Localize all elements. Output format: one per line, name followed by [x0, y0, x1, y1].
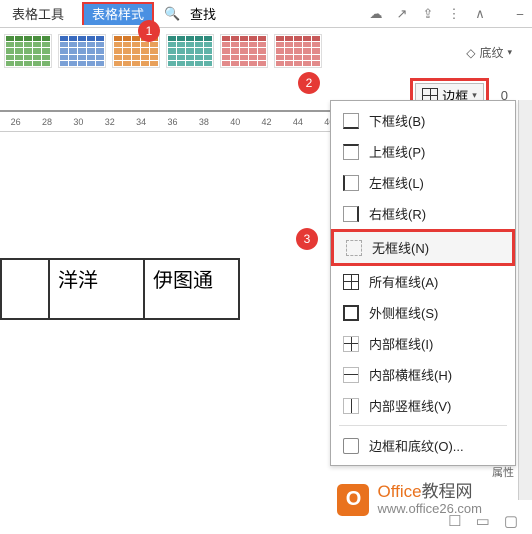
ruler-tick: 30 [63, 117, 94, 127]
brand-watermark: O Office教程网 www.office26.com [337, 483, 482, 516]
chevron-down-icon: ▾ [507, 47, 512, 58]
tab-table-tools[interactable]: 表格工具 [4, 1, 72, 26]
border-top-icon [343, 144, 359, 160]
style-thumb-blue[interactable] [58, 34, 106, 68]
menu-label: 左框线(L) [369, 173, 424, 192]
menu-label: 所有框线(A) [369, 272, 438, 291]
ruler-tick: 44 [282, 117, 313, 127]
callout-marker-1: 1 [138, 20, 160, 42]
border-innerh-icon [343, 367, 359, 383]
expand-icon[interactable]: ∧ [472, 6, 488, 22]
style-thumb-green[interactable] [4, 34, 52, 68]
menu-label: 内部框线(I) [369, 334, 433, 353]
menu-label: 下框线(B) [369, 111, 425, 130]
search-icon[interactable]: 🔍 [164, 6, 180, 22]
menu-label: 右框线(R) [369, 204, 426, 223]
table-cell[interactable]: 伊图通 [144, 259, 239, 319]
border-dialog-icon [343, 438, 359, 454]
side-scrollbar[interactable] [518, 100, 532, 500]
ruler-tick: 34 [125, 117, 156, 127]
border-all-icon [343, 274, 359, 290]
table-row: 洋洋 伊图通 [1, 259, 239, 319]
fill-dropdown[interactable]: ◇ 底纹 ▾ [466, 44, 512, 61]
menu-border-all[interactable]: 所有框线(A) [331, 266, 515, 297]
menu-separator [339, 425, 507, 426]
callout-marker-2: 2 [298, 72, 320, 94]
ruler-tick: 38 [188, 117, 219, 127]
brand-name: Office教程网 [377, 483, 482, 502]
style-thumb-red2[interactable] [274, 34, 322, 68]
menu-border-inner[interactable]: 内部框线(I) [331, 328, 515, 359]
border-innerv-icon [343, 398, 359, 414]
table-style-gallery [0, 28, 532, 72]
cloud-icon[interactable]: ☁ [368, 6, 384, 22]
ruler-tick: 28 [31, 117, 62, 127]
table-cell[interactable] [1, 259, 49, 319]
border-dropdown-menu: 下框线(B) 上框线(P) 左框线(L) 右框线(R) 无框线(N) 所有框线(… [330, 100, 516, 466]
callout-marker-3: 3 [296, 228, 318, 250]
menu-label: 边框和底纹(O)... [369, 436, 464, 455]
menu-border-none[interactable]: 无框线(N) [331, 229, 515, 266]
ruler-tick: 32 [94, 117, 125, 127]
menu-label: 内部横框线(H) [369, 365, 452, 384]
border-bottom-icon [343, 113, 359, 129]
border-outer-icon [343, 305, 359, 321]
border-controls: ◇ 底纹 ▾ [466, 44, 512, 61]
document-table[interactable]: 洋洋 伊图通 [0, 258, 240, 320]
brand-url: www.office26.com [377, 502, 482, 516]
ribbon-toolbar: 表格工具 表格样式 🔍 查找 ☁ ↗ ⇪ ⋮ ∧ ⎯ [0, 0, 532, 28]
brand-prefix: Office [377, 482, 421, 501]
menu-border-bottom[interactable]: 下框线(B) [331, 105, 515, 136]
close-icon[interactable]: ⎯ [512, 6, 528, 22]
menu-label: 上框线(P) [369, 142, 425, 161]
find-label[interactable]: 查找 [190, 4, 216, 23]
ruler-tick: 40 [220, 117, 251, 127]
ruler-tick: 36 [157, 117, 188, 127]
menu-border-top[interactable]: 上框线(P) [331, 136, 515, 167]
menu-border-right[interactable]: 右框线(R) [331, 198, 515, 229]
menu-border-inner-v[interactable]: 内部竖框线(V) [331, 390, 515, 421]
menu-border-left[interactable]: 左框线(L) [331, 167, 515, 198]
menu-label: 外侧框线(S) [369, 303, 438, 322]
style-thumb-teal[interactable] [166, 34, 214, 68]
border-inner-icon [343, 336, 359, 352]
ruler-tick: 26 [0, 117, 31, 127]
menu-border-inner-h[interactable]: 内部横框线(H) [331, 359, 515, 390]
menu-border-dialog[interactable]: 边框和底纹(O)... [331, 430, 515, 461]
brand-suffix: 教程网 [422, 482, 473, 501]
border-none-icon [346, 240, 362, 256]
bucket-icon: ◇ [466, 46, 475, 60]
brand-logo-icon: O [337, 484, 369, 516]
menu-label: 内部竖框线(V) [369, 396, 451, 415]
export-icon[interactable]: ⇪ [420, 6, 436, 22]
more-icon[interactable]: ⋮ [446, 6, 462, 22]
horizontal-ruler: 26 28 30 32 34 36 38 40 42 44 46 [0, 110, 345, 132]
style-thumb-red[interactable] [220, 34, 268, 68]
properties-label: 属性 [492, 464, 514, 480]
border-left-icon [343, 175, 359, 191]
border-right-icon [343, 206, 359, 222]
table-cell[interactable]: 洋洋 [49, 259, 144, 319]
share-icon[interactable]: ↗ [394, 6, 410, 22]
menu-label: 无框线(N) [372, 238, 429, 257]
ruler-tick: 42 [251, 117, 282, 127]
fill-label-text: 底纹 [479, 44, 503, 61]
menu-border-outer[interactable]: 外侧框线(S) [331, 297, 515, 328]
page-read-icon[interactable]: ▢ [504, 512, 518, 530]
